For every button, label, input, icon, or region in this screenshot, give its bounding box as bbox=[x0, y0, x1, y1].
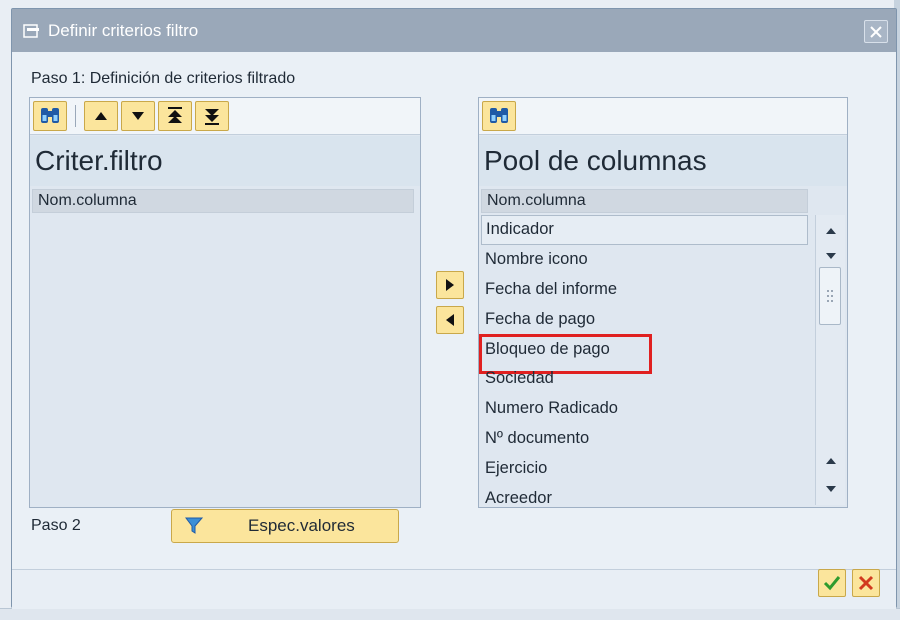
list-item[interactable]: Nº documento bbox=[481, 424, 808, 454]
find-button-left[interactable] bbox=[33, 101, 67, 131]
column-pool-scrollbar[interactable] bbox=[815, 215, 845, 505]
arrow-left-icon bbox=[446, 314, 454, 326]
arrow-up-icon bbox=[95, 112, 107, 120]
grip-icon bbox=[827, 290, 833, 302]
scroll-page-down-button[interactable] bbox=[818, 478, 843, 500]
dialog-footer bbox=[12, 569, 896, 609]
scroll-up-button[interactable] bbox=[818, 220, 843, 242]
cancel-icon bbox=[858, 575, 874, 591]
arrow-down-icon bbox=[132, 112, 144, 120]
specify-values-label: Espec.valores bbox=[248, 516, 355, 535]
move-top-button[interactable] bbox=[158, 101, 192, 131]
cancel-button[interactable] bbox=[852, 569, 880, 597]
find-button-right[interactable] bbox=[482, 101, 516, 131]
list-item[interactable]: Fecha de pago bbox=[481, 304, 808, 334]
background-status-strip bbox=[0, 608, 900, 620]
column-pool-list: Indicador Nombre icono Fecha del informe… bbox=[479, 215, 808, 507]
left-toolbar bbox=[30, 98, 420, 135]
arrow-right-icon bbox=[446, 279, 454, 291]
arrow-up-icon bbox=[825, 228, 836, 234]
list-item-highlighted[interactable]: Bloqueo de pago bbox=[479, 334, 808, 374]
move-up-button[interactable] bbox=[84, 101, 118, 131]
ok-button[interactable] bbox=[818, 569, 846, 597]
binoculars-icon bbox=[41, 108, 59, 123]
add-criteria-button[interactable] bbox=[436, 271, 464, 299]
filter-criteria-panel: Criter.filtro Nom.columna bbox=[29, 97, 421, 508]
arrow-bottom-icon bbox=[205, 109, 219, 125]
checkmark-icon bbox=[823, 576, 841, 591]
close-icon bbox=[870, 25, 882, 38]
list-item[interactable]: Sociedad bbox=[481, 364, 808, 394]
scroll-page-up-button[interactable] bbox=[818, 450, 843, 472]
arrow-down-icon bbox=[825, 253, 836, 259]
step2-label: Paso 2 bbox=[31, 517, 81, 534]
move-bottom-button[interactable] bbox=[195, 101, 229, 131]
step1-label: Paso 1: Definición de criterios filtrado bbox=[31, 70, 296, 87]
close-button[interactable] bbox=[864, 20, 888, 43]
right-toolbar bbox=[479, 98, 847, 135]
column-pool-panel: Pool de columnas Nom.columna Indicador N… bbox=[478, 97, 848, 508]
list-item[interactable]: Fecha del informe bbox=[481, 275, 808, 305]
arrow-up-icon bbox=[825, 458, 836, 464]
filter-icon bbox=[185, 517, 204, 534]
dialog-titlebar: Definir criterios filtro bbox=[12, 9, 896, 52]
scroll-down-button[interactable] bbox=[818, 245, 843, 267]
dialog-title: Definir criterios filtro bbox=[48, 20, 199, 40]
arrow-down-icon bbox=[825, 486, 836, 492]
arrow-top-icon bbox=[168, 107, 182, 123]
toolbar-separator bbox=[75, 105, 76, 127]
left-column-header[interactable]: Nom.columna bbox=[32, 189, 414, 213]
filter-criteria-dialog: Definir criterios filtro Paso 1: Definic… bbox=[11, 8, 897, 609]
specify-values-button[interactable]: Espec.valores bbox=[171, 509, 399, 543]
list-item[interactable]: Acreedor bbox=[481, 483, 808, 513]
list-item[interactable]: Numero Radicado bbox=[481, 394, 808, 424]
list-item[interactable]: Nombre icono bbox=[481, 245, 808, 275]
right-column-header[interactable]: Nom.columna bbox=[481, 189, 808, 213]
remove-criteria-button[interactable] bbox=[436, 306, 464, 334]
filter-criteria-header: Criter.filtro bbox=[30, 136, 420, 186]
scroll-thumb[interactable] bbox=[819, 267, 841, 325]
move-down-button[interactable] bbox=[121, 101, 155, 131]
list-item[interactable]: Indicador bbox=[481, 215, 808, 245]
list-item[interactable]: Ejercicio bbox=[481, 453, 808, 483]
window-icon bbox=[23, 23, 39, 38]
binoculars-icon bbox=[490, 108, 508, 123]
column-pool-header: Pool de columnas bbox=[479, 136, 847, 186]
